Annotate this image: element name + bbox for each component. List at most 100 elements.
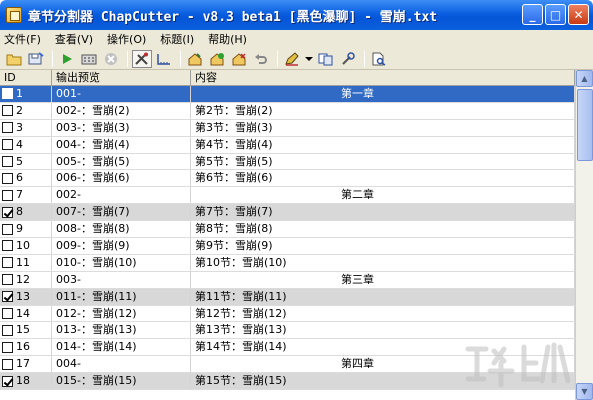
row-checkbox[interactable]: [2, 324, 13, 336]
menu-operate[interactable]: 操作(O): [107, 31, 146, 47]
row-content[interactable]: 第3节：雪崩(3): [191, 119, 575, 136]
row-preview[interactable]: 012-：雪崩(12): [52, 305, 191, 322]
row-checkbox[interactable]: [2, 291, 13, 303]
table-row[interactable]: 7 002- 第二章: [0, 187, 575, 205]
house-add-icon[interactable]: [207, 50, 227, 68]
row-preview[interactable]: 006-：雪崩(6): [52, 170, 191, 187]
row-content[interactable]: 第2节：雪崩(2): [191, 102, 575, 119]
row-checkbox[interactable]: [2, 105, 13, 117]
row-content[interactable]: 第四章: [191, 356, 575, 373]
row-preview[interactable]: 002-：雪崩(2): [52, 102, 191, 119]
row-content[interactable]: 第11节：雪崩(11): [191, 288, 575, 305]
row-content[interactable]: 第4节：雪崩(4): [191, 136, 575, 153]
column-header-content[interactable]: 内容: [191, 70, 575, 86]
table-row[interactable]: 10 009-：雪崩(9) 第9节：雪崩(9): [0, 238, 575, 255]
row-checkbox[interactable]: [2, 358, 13, 370]
row-preview[interactable]: 003-: [52, 271, 191, 288]
row-preview[interactable]: 002-: [52, 187, 191, 204]
row-checkbox[interactable]: [2, 274, 13, 286]
pen-icon[interactable]: [282, 50, 302, 68]
table-row[interactable]: 13 011-：雪崩(11) 第11节：雪崩(11): [0, 288, 575, 306]
row-preview[interactable]: 004-: [52, 356, 191, 373]
chapter-grid[interactable]: ID 输出预览 内容 1 001- 第一章 2 002-：雪崩(2) 第2节：雪崩(2) 3…: [0, 70, 593, 400]
column-header-preview[interactable]: 输出预览: [52, 70, 191, 86]
save-icon[interactable]: [26, 50, 46, 68]
table-row[interactable]: 2 002-：雪崩(2) 第2节：雪崩(2): [0, 102, 575, 120]
row-checkbox[interactable]: [2, 308, 13, 320]
row-checkbox[interactable]: [2, 172, 13, 184]
row-content[interactable]: 第一章: [191, 86, 575, 102]
row-content[interactable]: 第14节：雪崩(14): [191, 339, 575, 356]
table-row[interactable]: 11 010-：雪崩(10) 第10节：雪崩(10): [0, 254, 575, 272]
table-row[interactable]: 14 012-：雪崩(12) 第12节：雪崩(12): [0, 305, 575, 323]
row-checkbox[interactable]: [2, 375, 13, 387]
house-icon[interactable]: [185, 50, 205, 68]
row-preview[interactable]: 013-：雪崩(13): [52, 322, 191, 339]
row-content[interactable]: 第5节：雪崩(5): [191, 153, 575, 170]
row-preview[interactable]: 008-：雪崩(8): [52, 221, 191, 238]
open-folder-icon[interactable]: [4, 50, 24, 68]
close-button[interactable]: ✕: [568, 4, 589, 25]
table-row[interactable]: 1 001- 第一章: [0, 86, 575, 103]
row-content[interactable]: 第10节：雪崩(10): [191, 254, 575, 271]
row-content[interactable]: 第12节：雪崩(12): [191, 305, 575, 322]
row-checkbox[interactable]: [2, 156, 13, 167]
row-content[interactable]: 第8节：雪崩(8): [191, 221, 575, 238]
row-preview[interactable]: 015-：雪崩(15): [52, 373, 191, 390]
row-preview[interactable]: 001-: [52, 86, 191, 102]
maximize-button[interactable]: □: [545, 4, 566, 25]
table-row[interactable]: 12 003- 第三章: [0, 271, 575, 289]
calculator-icon[interactable]: [79, 50, 99, 68]
undo-icon[interactable]: [251, 50, 271, 68]
menu-view[interactable]: 查看(V): [55, 31, 93, 47]
title-bar[interactable]: 章节分割器 ChapCutter - v8.3 beta1 [黑色瀑聊] - 雪…: [0, 0, 593, 30]
run-icon[interactable]: [57, 50, 77, 68]
row-checkbox[interactable]: [2, 257, 13, 269]
ruler-icon[interactable]: [154, 50, 174, 68]
row-content[interactable]: 第7节：雪崩(7): [191, 204, 575, 221]
document-search-icon[interactable]: [369, 50, 389, 68]
table-row[interactable]: 16 014-：雪崩(14) 第14节：雪崩(14): [0, 339, 575, 357]
row-content[interactable]: 第二章: [191, 187, 575, 204]
table-row[interactable]: 3 003-：雪崩(3) 第3节：雪崩(3): [0, 119, 575, 137]
table-row[interactable]: 6 006-：雪崩(6) 第6节：雪崩(6): [0, 170, 575, 188]
menu-file[interactable]: 文件(F): [4, 31, 41, 47]
row-checkbox[interactable]: [2, 223, 13, 235]
row-content[interactable]: 第13节：雪崩(13): [191, 322, 575, 339]
tools-icon[interactable]: [132, 49, 152, 68]
row-checkbox[interactable]: [2, 139, 13, 151]
row-preview[interactable]: 005-：雪崩(5): [52, 153, 191, 170]
scroll-thumb[interactable]: [577, 89, 593, 161]
table-row[interactable]: 4 004-：雪崩(4) 第4节：雪崩(4): [0, 136, 575, 154]
house-remove-icon[interactable]: [229, 50, 249, 68]
row-preview[interactable]: 003-：雪崩(3): [52, 119, 191, 136]
row-preview[interactable]: 011-：雪崩(11): [52, 288, 191, 305]
scroll-down-icon[interactable]: ▼: [576, 383, 593, 400]
stop-icon[interactable]: [101, 50, 121, 68]
row-checkbox[interactable]: [2, 341, 13, 353]
chevron-down-icon[interactable]: [304, 50, 314, 68]
row-content[interactable]: 第三章: [191, 271, 575, 288]
row-content[interactable]: 第9节：雪崩(9): [191, 238, 575, 254]
table-row[interactable]: 18 015-：雪崩(15) 第15节：雪崩(15): [0, 373, 575, 391]
scroll-up-icon[interactable]: ▲: [576, 70, 593, 87]
table-row[interactable]: 8 007-：雪崩(7) 第7节：雪崩(7): [0, 204, 575, 222]
table-row[interactable]: 15 013-：雪崩(13) 第13节：雪崩(13): [0, 322, 575, 340]
row-preview[interactable]: 014-：雪崩(14): [52, 339, 191, 356]
table-row[interactable]: 9 008-：雪崩(8) 第8节：雪崩(8): [0, 221, 575, 239]
settings-icon[interactable]: [338, 50, 358, 68]
table-row[interactable]: 17 004- 第四章: [0, 356, 575, 374]
row-content[interactable]: 第6节：雪崩(6): [191, 170, 575, 187]
row-preview[interactable]: 004-：雪崩(4): [52, 136, 191, 153]
row-checkbox[interactable]: [2, 122, 13, 134]
row-checkbox[interactable]: [2, 189, 13, 201]
column-header-id[interactable]: ID: [0, 70, 52, 86]
row-checkbox[interactable]: [2, 206, 13, 218]
row-preview[interactable]: 009-：雪崩(9): [52, 238, 191, 254]
row-content[interactable]: 第15节：雪崩(15): [191, 373, 575, 390]
table-row[interactable]: 5 005-：雪崩(5) 第5节：雪崩(5): [0, 153, 575, 171]
row-checkbox[interactable]: [2, 240, 13, 252]
vertical-scrollbar[interactable]: ▲ ▼: [575, 70, 593, 400]
row-preview[interactable]: 007-：雪崩(7): [52, 204, 191, 221]
menu-help[interactable]: 帮助(H): [208, 31, 247, 47]
